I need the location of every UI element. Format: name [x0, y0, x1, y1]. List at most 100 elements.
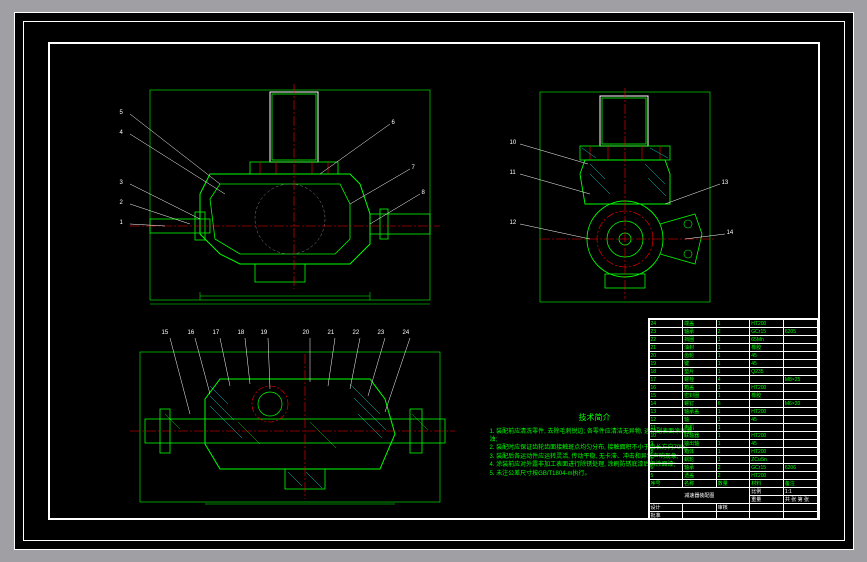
leader-2: 2 [120, 200, 123, 206]
leader-4: 4 [120, 130, 123, 136]
parts-cell-name: 联轴器 [683, 432, 717, 440]
parts-cell-no: 6 [649, 464, 683, 472]
drawing-border: 5 4 3 2 1 6 7 8 [48, 42, 820, 520]
parts-cell-mat: HT200 [750, 320, 784, 328]
parts-cell-qty: 1 [716, 336, 750, 344]
parts-cell-qty: 2 [716, 328, 750, 336]
parts-cell-note [783, 440, 817, 448]
parts-cell-name: 输出轴 [683, 440, 717, 448]
parts-cell-name: 垫片 [683, 368, 717, 376]
parts-cell-qty: 2 [716, 472, 750, 480]
leader-21: 21 [328, 330, 335, 336]
parts-cell-note [783, 472, 817, 480]
leader-1: 1 [120, 220, 123, 226]
leader-12: 12 [510, 220, 517, 226]
parts-cell-name: 轴承 [683, 464, 717, 472]
leader-16: 16 [188, 330, 195, 336]
leader-8: 8 [422, 190, 425, 196]
side-view: 10 11 12 13 14 [490, 74, 770, 314]
drawing-name: 减速器装配图 [649, 488, 750, 504]
parts-cell-note [783, 352, 817, 360]
parts-cell-name: 蜗轮 [683, 456, 717, 464]
parts-cell-qty: 1 [716, 392, 750, 400]
parts-cell-mat: HT200 [750, 384, 784, 392]
parts-cell-note [783, 384, 817, 392]
leader-13: 13 [722, 180, 729, 186]
parts-cell-note [783, 360, 817, 368]
parts-cell-name: 密封圈 [683, 392, 717, 400]
parts-cell-no: 12 [649, 416, 683, 424]
leader-15: 15 [162, 330, 169, 336]
parts-cell-qty: 1 [716, 424, 750, 432]
leader-7: 7 [412, 165, 415, 171]
leader-20: 20 [303, 330, 310, 336]
parts-cell-mat: 45 [750, 416, 784, 424]
parts-cell-qty: 1 [716, 456, 750, 464]
parts-cell-note [783, 408, 817, 416]
parts-cell-qty: 1 [716, 360, 750, 368]
parts-cell-mat: HT200 [750, 448, 784, 456]
parts-cell-mat: 45 [750, 360, 784, 368]
parts-cell-note [783, 344, 817, 352]
parts-cell-no: 24 [649, 320, 683, 328]
parts-cell-qty: 1 [716, 368, 750, 376]
parts-cell-note [783, 432, 817, 440]
parts-cell-note [783, 424, 817, 432]
parts-cell-no: 8 [649, 448, 683, 456]
leader-18: 18 [238, 330, 245, 336]
leader-10: 10 [510, 140, 517, 146]
leader-17: 17 [213, 330, 220, 336]
parts-cell-note [783, 368, 817, 376]
parts-cell-name: 键 [683, 360, 717, 368]
parts-cell-mat: 45 [750, 352, 784, 360]
parts-cell-mat [750, 376, 784, 384]
parts-cell-mat: HT200 [750, 408, 784, 416]
parts-cell-note: 6205 [783, 328, 817, 336]
sheet-label: 共 张 第 张 [783, 496, 817, 504]
col-mat: 材料 [750, 480, 784, 488]
parts-cell-qty: 1 [716, 384, 750, 392]
scale-label: 比例 [750, 488, 784, 496]
parts-cell-qty: 2 [716, 464, 750, 472]
parts-cell-note [783, 392, 817, 400]
parts-cell-name: 油封 [683, 344, 717, 352]
col-no: 序号 [649, 480, 683, 488]
parts-cell-no: 10 [649, 432, 683, 440]
parts-cell-qty: 1 [716, 448, 750, 456]
front-view: 5 4 3 2 1 6 7 8 [90, 74, 470, 314]
parts-cell-qty: 1 [716, 320, 750, 328]
title-block: 24端盖1HT20023轴承2GCr15620522挡圈165Mn21油封1橡胶… [648, 318, 818, 518]
parts-cell-no: 15 [649, 392, 683, 400]
parts-cell-no: 14 [649, 400, 683, 408]
parts-cell-no: 5 [649, 472, 683, 480]
parts-cell-note [783, 320, 817, 328]
parts-cell-name: 端盖 [683, 320, 717, 328]
check-label: 审核 [716, 504, 750, 512]
leader-19: 19 [261, 330, 268, 336]
leader-23: 23 [378, 330, 385, 336]
parts-cell-note: 6206 [783, 464, 817, 472]
parts-cell-name: 电机 [683, 424, 717, 432]
parts-cell-mat [750, 400, 784, 408]
parts-list-table: 24端盖1HT20023轴承2GCr15620522挡圈165Mn21油封1橡胶… [649, 319, 818, 520]
parts-cell-mat: GCr15 [750, 464, 784, 472]
parts-cell-mat: 橡胶 [750, 344, 784, 352]
parts-cell-qty: 1 [716, 440, 750, 448]
parts-cell-name: 箱体 [683, 448, 717, 456]
parts-cell-mat: GCr15 [750, 328, 784, 336]
parts-cell-note [783, 456, 817, 464]
parts-cell-mat [750, 424, 784, 432]
sheet-frame: 5 4 3 2 1 6 7 8 [23, 21, 845, 541]
parts-cell-note [783, 448, 817, 456]
parts-cell-qty: 1 [716, 344, 750, 352]
parts-cell-name: 螺栓 [683, 376, 717, 384]
parts-cell-name: 箱盖 [683, 384, 717, 392]
parts-cell-qty: 1 [716, 352, 750, 360]
design-label: 设计 [649, 504, 683, 512]
leader-24: 24 [403, 330, 410, 336]
leader-22: 22 [353, 330, 360, 336]
parts-cell-name: 螺钉 [683, 400, 717, 408]
parts-cell-no: 17 [649, 376, 683, 384]
parts-cell-qty: 6 [716, 400, 750, 408]
parts-cell-no: 9 [649, 440, 683, 448]
